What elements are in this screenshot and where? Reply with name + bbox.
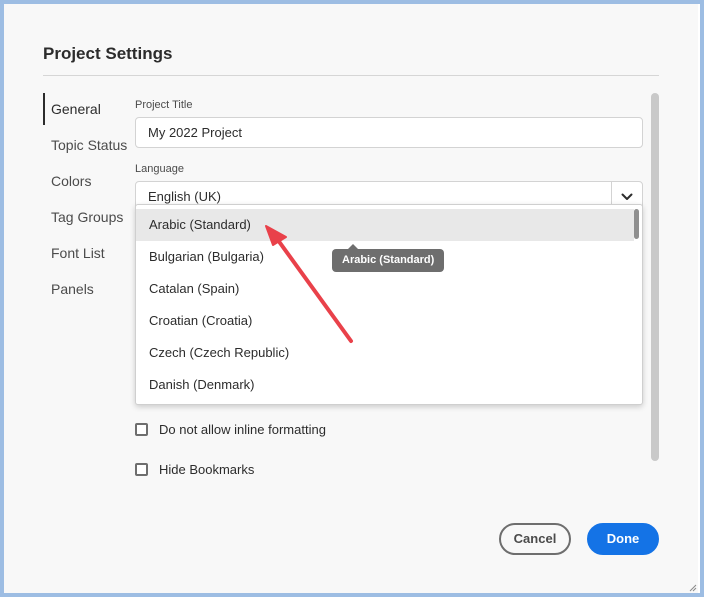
done-button[interactable]: Done: [587, 523, 659, 555]
sidebar-item-tag-groups[interactable]: Tag Groups: [43, 200, 133, 236]
project-title-input[interactable]: My 2022 Project: [135, 117, 643, 148]
language-option-arabic[interactable]: Arabic (Standard): [136, 209, 634, 241]
cancel-button[interactable]: Cancel: [499, 523, 571, 555]
dialog-title: Project Settings: [43, 44, 173, 63]
settings-scrollbar[interactable]: [651, 93, 659, 461]
hide-bookmarks-checkbox-row[interactable]: Hide Bookmarks: [135, 462, 254, 477]
option-tooltip: Arabic (Standard): [332, 244, 445, 272]
inline-formatting-label: Do not allow inline formatting: [159, 422, 326, 437]
language-option-croatian[interactable]: Croatian (Croatia): [136, 305, 634, 337]
sidebar-item-font-list[interactable]: Font List: [43, 236, 133, 272]
sidebar-item-topic-status[interactable]: Topic Status: [43, 128, 133, 164]
hide-bookmarks-checkbox[interactable]: [135, 463, 148, 476]
hide-bookmarks-label: Hide Bookmarks: [159, 462, 255, 477]
inline-formatting-checkbox-row[interactable]: Do not allow inline formatting: [135, 422, 326, 437]
language-option-catalan[interactable]: Catalan (Spain): [136, 273, 634, 305]
project-title-label: Project Title: [135, 99, 193, 111]
sidebar-nav: General Topic Status Colors Tag Groups F…: [43, 92, 133, 308]
sidebar-item-panels[interactable]: Panels: [43, 272, 133, 308]
project-settings-dialog: Project Settings General Topic Status Co…: [4, 4, 698, 593]
sidebar-item-colors[interactable]: Colors: [43, 164, 133, 200]
resize-grip-icon[interactable]: [687, 582, 697, 592]
inline-formatting-checkbox[interactable]: [135, 423, 148, 436]
language-option-danish[interactable]: Danish (Denmark): [136, 369, 634, 401]
language-dropdown-list: Arabic (Standard) Bulgarian (Bulgaria) C…: [135, 204, 643, 405]
language-option-czech[interactable]: Czech (Czech Republic): [136, 337, 634, 369]
chevron-down-icon: [621, 193, 633, 200]
dropdown-scrollbar[interactable]: [634, 209, 639, 239]
sidebar-item-general[interactable]: General: [43, 92, 133, 128]
title-divider: [43, 75, 659, 76]
language-label: Language: [135, 163, 184, 175]
